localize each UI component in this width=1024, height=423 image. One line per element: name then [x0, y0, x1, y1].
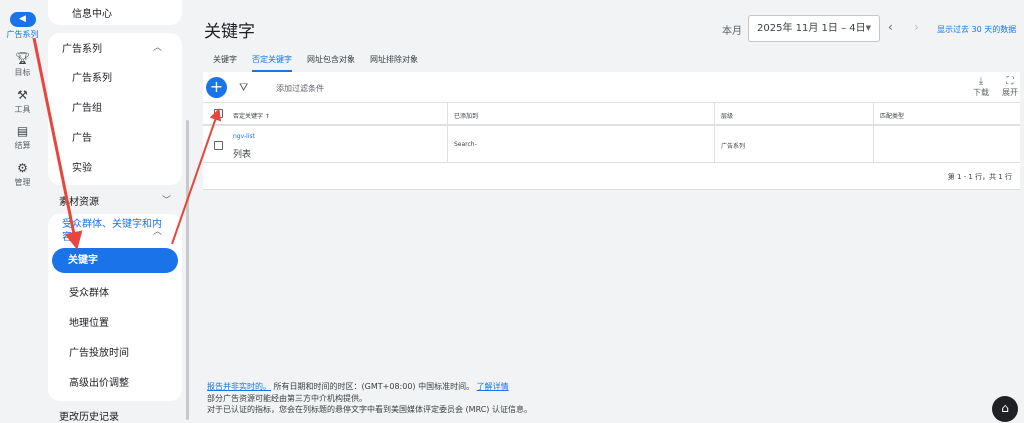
filter-icon[interactable]: ⛛	[239, 81, 248, 95]
level-cell: 广告系列	[714, 126, 873, 162]
sidebar-header-audience[interactable]: 受众群体、关键字和内容	[62, 218, 162, 244]
main-content: 关键字 本月 2025年 11月 1日 – 4日 ▼ ‹ › 显示过去 30 天的…	[190, 0, 1024, 420]
trophy-icon: 🏆︎	[14, 51, 31, 65]
tab-negative-keywords[interactable]: 否定关键字	[252, 54, 292, 72]
added-to-cell: Search-	[447, 126, 714, 162]
sidebar-item-locations[interactable]: 地理位置	[69, 314, 109, 329]
rail-item-admin[interactable]: ⚙ 管理	[0, 161, 45, 188]
keyword-text: 列表	[233, 150, 252, 160]
previous-period-button[interactable]: ‹	[888, 20, 893, 34]
select-all-checkbox[interactable]	[214, 109, 223, 118]
footer-line-3: 对于已认证的指标，您会在列标题的悬停文字中看到美国媒体评定委员会 (MRC) 认…	[207, 405, 532, 414]
page-title: 关键字	[204, 22, 255, 42]
match-type-cell	[873, 126, 1020, 162]
tab-url-contains[interactable]: 网址包含对象	[307, 54, 355, 65]
date-preset-label: 本月	[722, 26, 742, 37]
sidebar: 信息中心 广告系列 ︿ 广告系列 广告组 广告 实验 素材资源 ﹀ 受众群体、关…	[45, 0, 188, 423]
sidebar-card-overview: 信息中心	[48, 0, 182, 25]
download-button[interactable]: ⤓ 下载	[973, 76, 989, 98]
table-header-row: 否定关键字 ↑ 已添加到 层级 匹配类型	[203, 102, 1020, 125]
learn-more-link[interactable]: 了解详情	[477, 382, 509, 391]
home-button[interactable]: ⌂	[992, 396, 1018, 422]
rail-item-tools[interactable]: ⚒ 工具	[0, 88, 45, 115]
footer-line-1: 报告并非实时的。 所有日期和时间的时区：(GMT+08:00) 中国标准时间。 …	[207, 381, 509, 392]
nav-rail: ◀︎ 广告系列 🏆︎ 目标 ⚒ 工具 ▤ 结算 ⚙ 管理	[0, 0, 45, 420]
rail-item-goals[interactable]: 🏆︎ 目标	[0, 51, 45, 78]
sidebar-item-keywords[interactable]: 关键字	[52, 248, 178, 273]
sidebar-item-experiments[interactable]: 实验	[72, 159, 92, 174]
sidebar-item-bid-adjustments[interactable]: 高级出价调整	[69, 374, 129, 389]
column-header-level[interactable]: 层级	[714, 103, 873, 124]
chevron-up-icon[interactable]: ︿	[153, 40, 162, 53]
sidebar-item-ad-groups[interactable]: 广告组	[72, 99, 102, 114]
date-range-value: 2025年 11月 1日 – 4日	[757, 23, 866, 34]
sidebar-item-ads[interactable]: 广告	[72, 129, 92, 144]
sidebar-item-change-history[interactable]: 更改历史记录	[59, 408, 119, 423]
credit-card-icon: ▤	[16, 124, 29, 138]
chevron-down-icon[interactable]: ﹀	[162, 193, 171, 206]
column-header-added-to[interactable]: 已添加到	[447, 103, 714, 124]
megaphone-icon: ◀︎	[9, 12, 36, 27]
pagination-text: 第 1 - 1 行，共 1 行	[947, 173, 1012, 181]
sidebar-card-campaigns: 广告系列 ︿ 广告系列 广告组 广告 实验	[48, 33, 182, 185]
next-period-button[interactable]: ›	[914, 20, 919, 34]
sidebar-item-info-center[interactable]: 信息中心	[72, 5, 112, 20]
add-filter-button[interactable]: 添加过滤条件	[276, 83, 324, 94]
tab-keywords[interactable]: 关键字	[213, 54, 237, 65]
home-icon: ⌂	[1001, 401, 1009, 415]
tab-url-excludes[interactable]: 网址排除对象	[370, 54, 418, 65]
tools-icon: ⚒	[17, 88, 28, 102]
download-icon: ⤓	[978, 76, 984, 87]
sidebar-item-campaigns[interactable]: 广告系列	[72, 69, 112, 84]
dropdown-arrow-icon: ▼	[865, 24, 871, 32]
column-header-negative-keyword[interactable]: 否定关键字 ↑	[233, 111, 270, 120]
show-30-days-link[interactable]: 显示过去 30 天的数据	[937, 24, 1016, 35]
footer-line-2: 部分广告资源可能经由第三方中介机构提供。	[207, 394, 367, 403]
date-range-picker[interactable]: 2025年 11月 1日 – 4日 ▼	[748, 15, 880, 42]
gear-icon: ⚙	[17, 161, 28, 175]
add-button[interactable]: +	[206, 77, 227, 98]
expand-button[interactable]: ⛶ 展开	[1002, 76, 1018, 98]
chevron-up-icon[interactable]: ︿	[153, 224, 162, 237]
sidebar-header-assets[interactable]: 素材资源	[59, 193, 99, 208]
row-checkbox[interactable]	[214, 141, 223, 150]
table-row: ngv-list 列表 Search- 广告系列	[203, 125, 1020, 163]
sidebar-card-audience: 受众群体、关键字和内容 ︿	[48, 214, 182, 401]
not-realtime-link[interactable]: 报告并非实时的。	[207, 382, 271, 391]
column-header-match-type[interactable]: 匹配类型	[873, 103, 1020, 124]
rail-item-billing[interactable]: ▤ 结算	[0, 124, 45, 151]
sidebar-item-ad-schedule[interactable]: 广告投放时间	[69, 344, 129, 359]
sidebar-scrollbar[interactable]	[186, 120, 189, 420]
rail-item-campaigns[interactable]: ◀︎ 广告系列	[0, 12, 45, 40]
sidebar-header-campaigns[interactable]: 广告系列	[62, 40, 102, 55]
sidebar-item-audiences[interactable]: 受众群体	[69, 284, 109, 299]
fullscreen-icon: ⛶	[1006, 76, 1014, 87]
keyword-list-link[interactable]: ngv-list	[233, 133, 255, 140]
table-card: + ⛛ 添加过滤条件 ⤓ 下载 ⛶ 展开 否定关键字 ↑ 已添加到 层级 匹配类型 …	[203, 72, 1020, 190]
timezone-text: 所有日期和时间的时区：(GMT+08:00) 中国标准时间。	[273, 382, 475, 391]
